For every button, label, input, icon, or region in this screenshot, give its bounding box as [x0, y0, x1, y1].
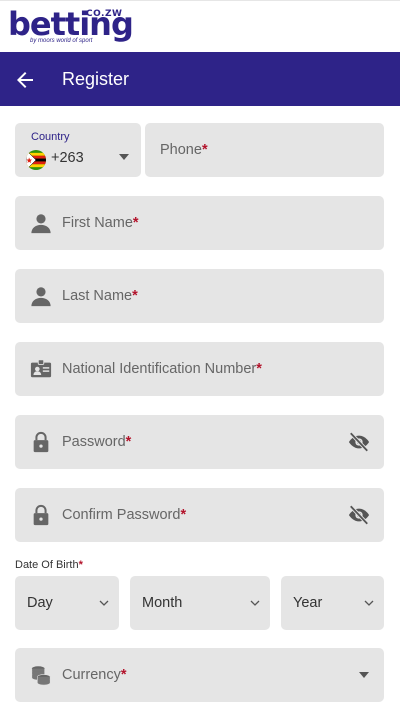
zimbabwe-flag-icon: [26, 150, 46, 170]
phone-label: Phone*: [160, 142, 208, 158]
chevron-down-icon: [99, 600, 109, 606]
back-button[interactable]: [13, 68, 37, 92]
dob-year-select[interactable]: Year: [281, 576, 384, 630]
page-header: Register: [0, 52, 400, 106]
eye-slash-icon[interactable]: [348, 431, 370, 453]
chevron-down-icon: [364, 600, 374, 606]
lock-icon: [33, 431, 49, 453]
confirm-password-input[interactable]: Confirm Password*: [15, 488, 384, 542]
dob-month-value: Month: [142, 595, 183, 611]
coins-icon: [31, 666, 51, 686]
chevron-down-icon: [250, 600, 260, 606]
last-name-label: Last Name*: [62, 288, 138, 304]
dob-day-value: Day: [27, 595, 53, 611]
brand-tagline: by moors world of sport: [30, 38, 93, 44]
dob-label: Date Of Birth*: [15, 559, 83, 571]
brand-tld: CO.ZW: [86, 9, 123, 19]
phone-input[interactable]: Phone*: [145, 123, 384, 177]
password-label: Password*: [62, 434, 132, 450]
first-name-input[interactable]: First Name*: [15, 196, 384, 250]
user-icon: [31, 287, 51, 307]
caret-down-icon: [119, 154, 129, 160]
national-id-input[interactable]: National Identification Number*: [15, 342, 384, 396]
dob-year-value: Year: [293, 595, 323, 611]
national-id-label: National Identification Number*: [62, 361, 262, 377]
user-icon: [31, 214, 51, 234]
country-code: +263: [51, 150, 84, 166]
logo-bar: betting CO.ZW by moors world of sport: [0, 0, 400, 52]
lock-icon: [33, 504, 49, 526]
last-name-input[interactable]: Last Name*: [15, 269, 384, 323]
country-label: Country: [31, 131, 70, 143]
caret-down-icon: [359, 672, 369, 678]
arrow-left-icon: [17, 72, 33, 88]
currency-label: Currency*: [62, 667, 127, 683]
dob-day-select[interactable]: Day: [15, 576, 119, 630]
first-name-label: First Name*: [62, 215, 139, 231]
password-input[interactable]: Password*: [15, 415, 384, 469]
eye-slash-icon[interactable]: [348, 504, 370, 526]
country-select[interactable]: Country +263: [15, 123, 141, 177]
page-title: Register: [62, 69, 130, 89]
dob-month-select[interactable]: Month: [130, 576, 270, 630]
confirm-password-label: Confirm Password*: [62, 507, 187, 523]
currency-select[interactable]: Currency*: [15, 648, 384, 702]
id-card-icon: [30, 359, 52, 378]
